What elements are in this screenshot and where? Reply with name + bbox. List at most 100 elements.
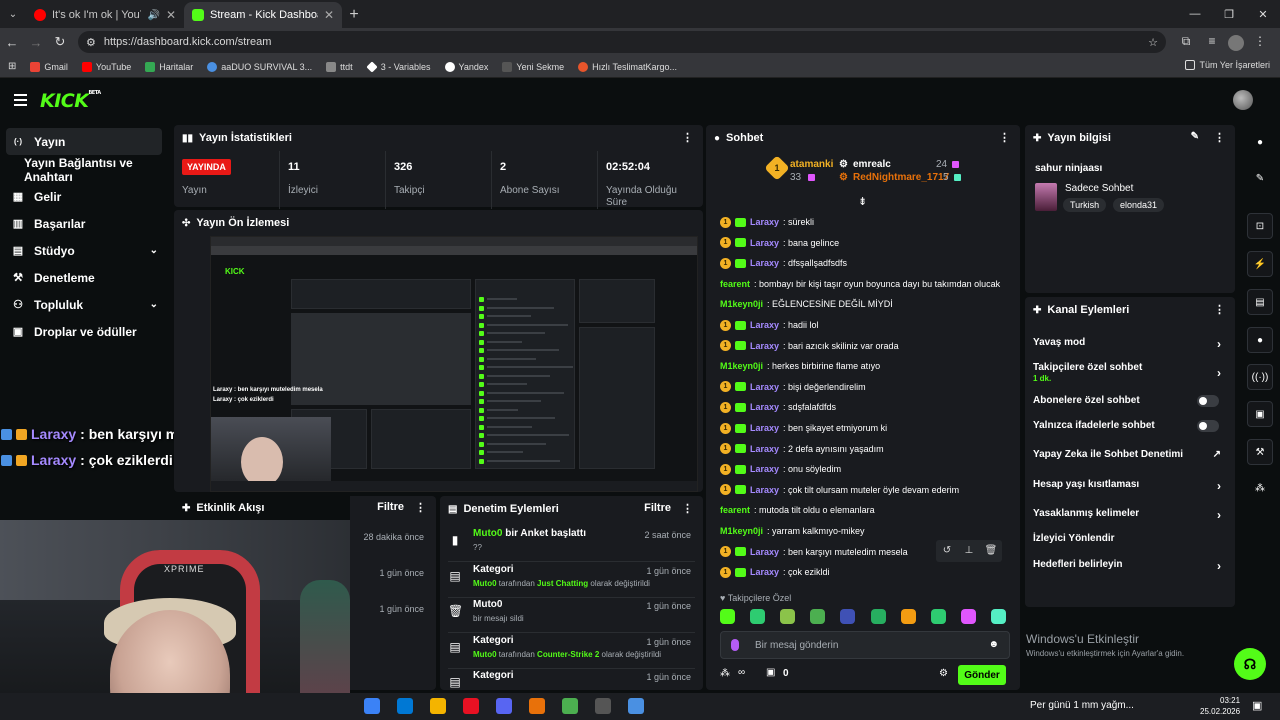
channel-action-row[interactable]: Takipçilere özel sohbet 1 dk. › [1033,362,1227,383]
emote-icon[interactable] [720,609,735,624]
speaker-icon[interactable]: 🔊 [147,10,159,21]
mod-action-row[interactable]: ▤ Kategori Muto0 tarafından Just Chatting … [448,562,695,598]
tag-pill[interactable]: Turkish [1063,198,1107,212]
chat-username[interactable]: M1keyn0ji [720,299,763,309]
mod-user[interactable]: Muto0 [473,579,497,588]
browser-menu-icon[interactable]: ⋮ [1250,34,1270,51]
taskbar-app-icon[interactable] [496,698,512,714]
chat-message[interactable]: 1 Laraxy: hadii lol [720,316,1006,334]
taskbar-app-icon[interactable] [463,698,479,714]
taskbar-app-icon[interactable] [430,698,446,714]
emote-icon[interactable] [870,609,886,624]
chat-username[interactable]: Laraxy [750,547,779,557]
emote-icon[interactable] [750,609,766,624]
restore-icon[interactable]: ❐ [1212,0,1246,28]
info-circle-icon[interactable]: ● [1247,129,1273,155]
chat-username[interactable]: Laraxy [750,217,779,227]
chat-message[interactable]: fearent: mutoda tilt oldu o elemanlara [720,501,1006,519]
channel-action-row[interactable]: Yasaklanmış kelimeler › [1033,508,1227,522]
send-button[interactable]: Gönder [958,665,1006,685]
bookmark-maps[interactable]: Haritalar [145,61,193,72]
emoji-icon[interactable]: ☻ [988,639,999,650]
quick-action-list-icon[interactable]: ▤ [1247,289,1273,315]
sidebar-item-basarilar[interactable]: ▥ Başarılar [0,210,170,237]
stream-preview-video[interactable]: KICK Laraxy : ben karşıyı muteledim mese… [210,236,698,492]
channel-action-row[interactable]: İzleyici Yönlendir [1033,533,1227,544]
chat-username[interactable]: Laraxy [750,423,779,433]
mic-icon[interactable] [731,639,739,651]
collapse-arrow-icon[interactable]: ⇟ [858,195,867,208]
kebab-menu-icon[interactable]: ⋮ [415,501,426,514]
kebab-menu-icon[interactable]: ⋮ [1214,303,1225,316]
kebab-menu-icon[interactable]: ⋮ [1214,131,1225,144]
channel-action-row[interactable]: Yavaş mod › [1033,337,1227,351]
help-button[interactable]: ☊ [1234,648,1266,680]
reload-icon[interactable]: ↻ [48,34,72,50]
bookmark-kargo[interactable]: Hızlı TeslimatKargo... [578,61,677,72]
chat-message[interactable]: 1 Laraxy: sdşfalafdfds [720,398,1006,416]
emote-icon[interactable] [990,609,1006,624]
taskbar-app-icon[interactable] [364,698,380,714]
taskbar-app-icon[interactable] [397,698,413,714]
pencil-icon[interactable]: ✎ [1247,165,1273,191]
chat-username[interactable]: Laraxy [750,320,779,330]
quick-action-broadcast-icon[interactable]: ((·)) [1247,364,1273,390]
chat-username[interactable]: Laraxy [750,567,779,577]
edit-pencil-icon[interactable]: ✎ [1191,131,1199,142]
taskbar-app-icon[interactable] [595,698,611,714]
site-info-icon[interactable]: ⚙ [86,36,96,49]
delete-icon[interactable]: 🗑 [980,540,1002,562]
chat-input[interactable]: Bir mesaj gönderin ☻ [720,631,1010,659]
emote-icon[interactable] [930,609,946,624]
close-tab-icon[interactable]: ✕ [166,8,176,22]
pin-icon[interactable]: ⊥ [958,540,980,562]
mod-action-row[interactable]: ▤ Kategori Muto0 tarafından Counter-Strike… [448,633,695,669]
chat-message[interactable]: 1 Laraxy: çok ezikldi [720,563,1006,581]
reply-icon[interactable]: ↺ [936,540,958,562]
chat-message[interactable]: 1 Laraxy: bana gelince [720,234,1006,252]
chat-message[interactable]: 1 Laraxy: dfsşallşadfsdfs [720,254,1006,272]
quick-action-settings-icon[interactable]: ⁂ [1247,475,1273,501]
browser-tab-kick[interactable]: Stream - Kick Dashboard ✕ [184,2,342,28]
notification-icon[interactable]: ▣ [1252,699,1262,712]
channel-action-row[interactable]: Hesap yaşı kısıtlaması › [1033,479,1227,493]
mod-action-row[interactable]: 🗑 Muto0 bir mesajı sildi 1 gün önce [448,597,695,633]
taskbar-app-icon[interactable] [628,698,644,714]
taskbar-app-icon[interactable] [529,698,545,714]
chat-message[interactable]: 1 Laraxy: 2 defa aynısını yaşadım [720,440,1006,458]
chat-username[interactable]: Laraxy [750,341,779,351]
sidebar-item-stream-key[interactable]: Yayın Bağlantısı ve Anahtarı [0,156,170,184]
mod-user[interactable]: Muto0 [473,650,497,659]
back-icon[interactable]: ← [0,35,24,50]
toggle-switch[interactable] [1197,420,1219,432]
chat-username[interactable]: Laraxy [750,382,779,392]
browser-tab-youtube[interactable]: It's ok I'm ok | YouTube Mu 🔊 ✕ [26,2,184,28]
quick-action-scan-icon[interactable]: ⊡ [1247,213,1273,239]
chat-message[interactable]: M1keyn0ji: yarram kalkmıyo-mikey [720,522,1006,540]
quick-action-bolt-icon[interactable]: ⚡ [1247,251,1273,277]
tag-pill[interactable]: elonda31 [1113,198,1165,212]
bookmark-duo[interactable]: aaDUO SURVIVAL 3... [207,61,312,72]
gifter-name[interactable]: emrealc [853,159,891,170]
chat-message[interactable]: 1 Laraxy: onu söyledim [720,460,1006,478]
url-input[interactable]: ⚙ https://dashboard.kick.com/stream ☆ [78,31,1166,53]
chat-username[interactable]: Laraxy [750,258,779,268]
activity-row[interactable]: 1 gün önce [350,598,436,634]
kebab-menu-icon[interactable]: ⋮ [682,502,693,515]
sidebar-item-topluluk[interactable]: ⚇ Topluluk ⌄ [0,291,170,318]
chat-username[interactable]: Laraxy [750,464,779,474]
chat-username[interactable]: fearent [720,279,750,289]
tab-list-button[interactable]: ⌄ [0,0,26,28]
clock[interactable]: 03:21 25.02.2026 [1200,695,1240,717]
chat-message[interactable]: 1 Laraxy: sürekli [720,213,1006,231]
sidebar-item-yayin[interactable]: (·) Yayın [6,128,162,155]
activity-row[interactable]: 1 gün önce [350,562,436,598]
gift-count-icon[interactable]: ▣ [766,667,775,678]
minimize-icon[interactable]: — [1178,0,1212,28]
channel-action-row[interactable]: Yalnızca ifadelerle sohbet [1033,420,1227,432]
sidebar-item-studyo[interactable]: ▤ Stüdyo ⌄ [0,237,170,264]
emote-icon[interactable] [960,609,976,624]
sidebar-item-denetleme[interactable]: ⚒ Denetleme [0,264,170,291]
activity-row[interactable]: 28 dakika önce [350,526,436,562]
hamburger-menu-icon[interactable] [14,94,27,109]
